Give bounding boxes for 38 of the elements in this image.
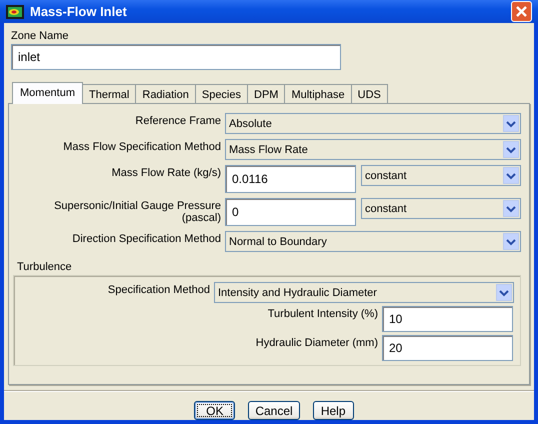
field-label: Supersonic/Initial Gauge Pressure (pascal): [53, 199, 221, 224]
dropdown[interactable]: Intensity and Hydraulic Diameter: [214, 282, 514, 303]
dialog-button[interactable]: Help: [312, 401, 354, 420]
field-label: Specification Method: [106, 283, 210, 296]
app-icon: [6, 4, 24, 18]
dialog-button[interactable]: OK: [194, 401, 236, 420]
field-label: Hydraulic Diameter (mm): [254, 336, 378, 349]
field-label: Reference Frame: [134, 114, 221, 127]
chevron-down-icon: [506, 238, 516, 246]
dropdown[interactable]: Normal to Boundary: [225, 231, 521, 252]
value-field[interactable]: 10: [382, 306, 513, 332]
tab[interactable]: UDS: [350, 84, 388, 103]
value-field[interactable]: 0: [225, 198, 356, 226]
chevron-down-icon: [499, 288, 509, 296]
close-icon: [515, 5, 528, 18]
field-label: Turbulent Intensity (%): [266, 307, 378, 320]
field-label: Direction Specification Method: [71, 232, 221, 245]
value-field[interactable]: 0.0116: [225, 165, 356, 193]
tab[interactable]: Species: [194, 84, 248, 103]
value-field[interactable]: 20: [382, 335, 513, 361]
section-title: Turbulence: [17, 261, 73, 273]
tab[interactable]: Momentum: [12, 82, 84, 104]
dropdown[interactable]: constant: [361, 198, 521, 219]
chevron-down-icon: [506, 146, 516, 154]
dialog-button[interactable]: Cancel: [248, 401, 300, 420]
chevron-down-icon: [506, 120, 516, 128]
dropdown[interactable]: Absolute: [225, 113, 521, 134]
tab[interactable]: Multiphase: [284, 84, 352, 103]
zone-name-field[interactable]: inlet: [11, 44, 341, 70]
field-label: Mass Flow Rate (kg/s): [110, 166, 221, 179]
chevron-down-icon: [506, 204, 516, 212]
dropdown[interactable]: constant: [361, 165, 521, 186]
window-title: Mass-Flow Inlet: [30, 4, 128, 19]
dropdown[interactable]: Mass Flow Rate: [225, 139, 521, 160]
zone-name-label: Zone Name: [11, 30, 70, 42]
field-label: Mass Flow Specification Method: [62, 140, 221, 153]
chevron-down-icon: [506, 172, 516, 180]
close-button[interactable]: [511, 1, 532, 22]
